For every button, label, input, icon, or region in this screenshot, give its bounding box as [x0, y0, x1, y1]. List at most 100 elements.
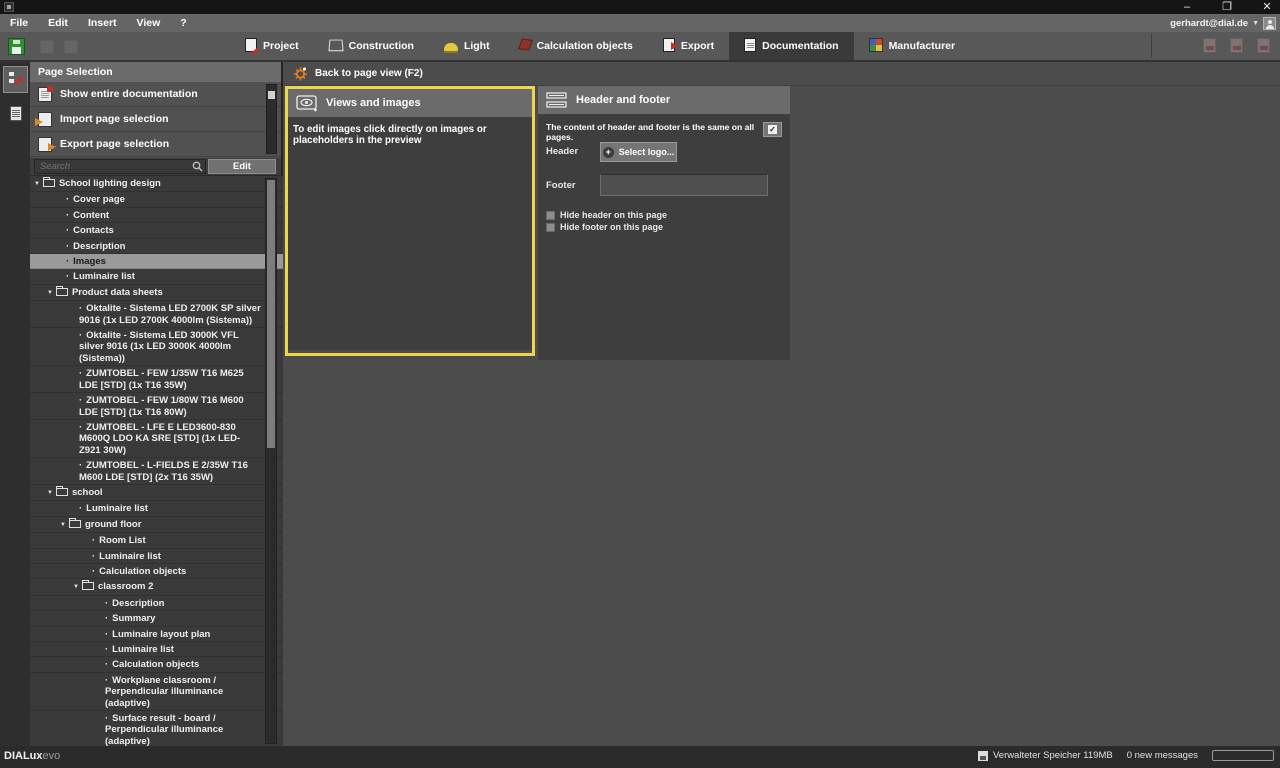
close-button[interactable]: ✕ [1260, 0, 1274, 14]
tree-item-label: Summary [112, 613, 155, 624]
tree-scrollbar[interactable] [265, 178, 277, 744]
tree-item-label: Surface result - board / Perpendicular i… [105, 713, 223, 746]
search-input[interactable] [34, 159, 206, 174]
app-icon [4, 2, 14, 12]
expand-arrow-icon[interactable]: ▼ [47, 288, 53, 299]
rail-page-selection-button[interactable] [3, 66, 28, 93]
hide-footer-checkbox-row[interactable]: Hide footer on this page [546, 222, 663, 232]
menu-insert[interactable]: Insert [78, 14, 127, 32]
footer-label: Footer [546, 180, 576, 191]
documentation-main-area: Back to page view (F2) Views and images … [285, 62, 1280, 746]
import-page-selection-icon [38, 112, 52, 127]
tree-item-label: Images [73, 256, 106, 267]
tab-construction[interactable]: Construction [314, 32, 429, 60]
tab-calculation-objects[interactable]: Calculation objects [505, 32, 648, 60]
toolbar-separator [1151, 34, 1152, 58]
tree-page-room-list[interactable]: ·Room List [30, 533, 283, 548]
menu-view[interactable]: View [127, 14, 171, 32]
tree-folder-classroom-2[interactable]: ▼classroom 2 [30, 579, 283, 595]
bullet-icon: · [105, 598, 108, 609]
show-entire-documentation-button[interactable]: Show entire documentation [30, 82, 281, 107]
header-footer-info-text: The content of header and footer is the … [546, 122, 758, 142]
tab-project[interactable]: Project [230, 32, 314, 60]
menu-edit[interactable]: Edit [38, 14, 78, 32]
memory-disk-icon [978, 751, 988, 761]
hide-header-checkbox-row[interactable]: Hide header on this page [546, 210, 667, 220]
tree-page-zumtobel-l-fields-e-2-35w-t16-m600-lde-std-2x-t16-35w[interactable]: ·ZUMTOBEL - L-FIELDS E 2/35W T16 M600 LD… [30, 458, 283, 485]
bullet-icon: · [66, 271, 69, 282]
tree-page-luminaire-list[interactable]: ·Luminaire list [30, 501, 283, 516]
expand-arrow-icon[interactable]: ▼ [34, 179, 40, 190]
tree-page-cover-page[interactable]: ·Cover page [30, 192, 283, 207]
footer-input[interactable] [600, 174, 768, 196]
tree-folder-product-data-sheets[interactable]: ▼Product data sheets [30, 285, 283, 301]
memory-status: Verwalteter Speicher 119MB [993, 750, 1113, 761]
minimize-button[interactable]: – [1180, 0, 1194, 14]
expand-arrow-icon[interactable]: ▼ [60, 520, 66, 531]
expand-arrow-icon[interactable]: ▼ [47, 488, 53, 499]
back-to-page-view-button[interactable]: Back to page view (F2) [285, 62, 1280, 86]
tab-export[interactable]: Export [648, 32, 729, 60]
save-icon[interactable] [8, 38, 25, 55]
import-page-selection-button[interactable]: Import page selection [30, 107, 281, 132]
tree-page-oktalite-sistema-led-2700k-sp-silver-9016-1x-led-2700k-4000lm-sistema[interactable]: ·Oktalite - Sistema LED 2700K SP silver … [30, 301, 283, 328]
tree-page-zumtobel-lfe-e-led3600-830-m600q-ldo-ka-sre-std-1x-led-z921-30w[interactable]: ·ZUMTOBEL - LFE E LED3600-830 M600Q LDO … [30, 420, 283, 458]
action-label: Import page selection [60, 113, 169, 125]
hide-header-checkbox[interactable] [546, 211, 555, 220]
hide-footer-checkbox[interactable] [546, 223, 555, 232]
tree-page-surface-result-board-perpendicular-illuminance-adaptive[interactable]: ·Surface result - board / Perpendicular … [30, 711, 283, 746]
bullet-icon: · [66, 241, 69, 252]
tree-folder-school[interactable]: ▼school [30, 485, 283, 501]
menu-[interactable]: ? [170, 14, 196, 32]
tree-page-calculation-objects[interactable]: ·Calculation objects [30, 657, 283, 672]
menu-file[interactable]: File [0, 14, 38, 32]
tree-page-zumtobel-few-1-80w-t16-m600-lde-std-1x-t16-80w[interactable]: ·ZUMTOBEL - FEW 1/80W T16 M600 LDE [STD]… [30, 393, 283, 420]
tab-light[interactable]: Light [429, 32, 505, 60]
rail-page-list-button[interactable] [3, 100, 28, 127]
tree-folder-school-lighting-design[interactable]: ▼School lighting design [30, 176, 283, 192]
bullet-icon: · [79, 303, 82, 314]
same-on-all-pages-toggle[interactable]: ✓ [763, 122, 782, 137]
tree-page-luminaire-list[interactable]: ·Luminaire list [30, 642, 283, 657]
tree-item-label: ZUMTOBEL - FEW 1/35W T16 M625 LDE [STD] … [79, 368, 244, 390]
views-and-images-panel: Views and images To edit images click di… [285, 86, 535, 356]
user-avatar-icon[interactable] [1263, 17, 1276, 30]
tree-page-contacts[interactable]: ·Contacts [30, 223, 283, 238]
export-page-selection-button[interactable]: Export page selection [30, 132, 281, 157]
tree-item-label: ground floor [85, 519, 141, 530]
header-and-footer-header[interactable]: Header and footer [538, 86, 790, 114]
tree-folder-ground-floor[interactable]: ▼ ground floor [30, 517, 283, 533]
edit-button[interactable]: Edit [208, 159, 276, 174]
tree-page-description[interactable]: · Description [30, 239, 283, 254]
tree-page-oktalite-sistema-led-3000k-vfl-silver-9016-1x-led-3000k-4000lm-sistema[interactable]: ·Oktalite - Sistema LED 3000K VFL silver… [30, 328, 283, 366]
tree-page-luminaire-layout-plan[interactable]: ·Luminaire layout plan [30, 627, 283, 642]
tab-label: Project [263, 40, 299, 52]
expand-arrow-icon[interactable]: ▼ [73, 582, 79, 593]
back-to-page-view-label: Back to page view (F2) [315, 68, 423, 79]
tree-page-workplane-classroom-perpendicular-illuminance-adaptive[interactable]: ·Workplane classroom / Perpendicular ill… [30, 673, 283, 711]
tab-manufacturer[interactable]: Manufacturer [854, 32, 971, 60]
tree-page-description[interactable]: ·Description [30, 596, 283, 611]
tree-page-content[interactable]: ·Content [30, 208, 283, 223]
tree-item-label: Description [73, 241, 125, 252]
tree-page-calculation-objects[interactable]: ·Calculation objects [30, 564, 283, 579]
user-account-label[interactable]: gerhardt@dial.de [1170, 18, 1248, 29]
page-selection-actions: Show entire documentation Import page sel… [30, 82, 281, 158]
maximize-button[interactable]: ❐ [1220, 0, 1234, 14]
tab-label: Construction [349, 40, 414, 52]
tab-documentation[interactable]: Documentation [729, 32, 853, 60]
select-logo-button[interactable]: + Select logo... [600, 142, 677, 162]
title-bar: – ❐ ✕ [0, 0, 1280, 14]
views-and-images-header[interactable]: Views and images [288, 89, 532, 117]
tree-page-luminaire-list[interactable]: ·Luminaire list [30, 269, 283, 284]
messages-status[interactable]: 0 new messages [1127, 750, 1198, 761]
tree-page-luminaire-list[interactable]: ·Luminaire list [30, 549, 283, 564]
tree-page-zumtobel-few-1-35w-t16-m625-lde-std-1x-t16-35w[interactable]: ·ZUMTOBEL - FEW 1/35W T16 M625 LDE [STD]… [30, 366, 283, 393]
bullet-icon: · [105, 713, 108, 724]
tree-scrollbar-thumb[interactable] [267, 180, 275, 448]
tree-page-images[interactable]: ·Images [30, 254, 283, 269]
bullet-icon: · [66, 194, 69, 205]
tree-page-summary[interactable]: ·Summary [30, 611, 283, 626]
actions-scrollbar[interactable] [266, 84, 277, 154]
manufacturer-icon [869, 38, 883, 55]
